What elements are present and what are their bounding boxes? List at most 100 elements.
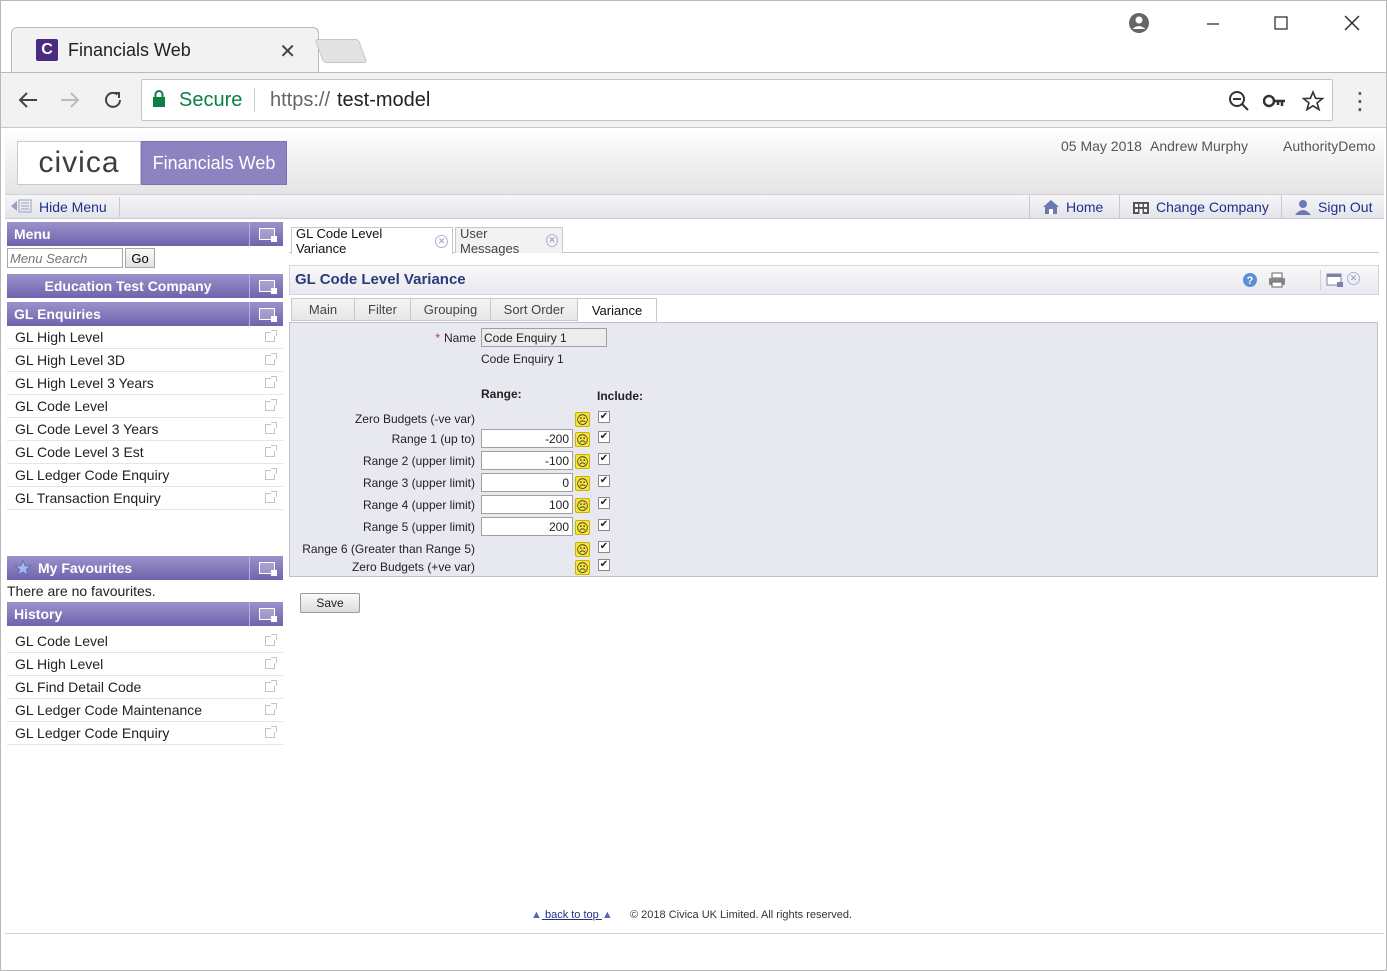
panel-window-icon[interactable] bbox=[249, 274, 283, 298]
range-header: Range: bbox=[481, 387, 522, 401]
sidebar-item-enquiry-label: GL Transaction Enquiry bbox=[15, 490, 161, 506]
panel-window-icon[interactable] bbox=[249, 222, 283, 246]
save-button[interactable]: Save bbox=[300, 593, 360, 613]
include-checkbox[interactable]: ✔ bbox=[598, 559, 610, 571]
include-checkbox[interactable]: ✔ bbox=[598, 411, 610, 423]
kebab-menu-icon[interactable]: ⋮ bbox=[1348, 87, 1372, 117]
name-display: Code Enquiry 1 bbox=[481, 352, 564, 366]
include-checkbox[interactable]: ✔ bbox=[598, 541, 610, 553]
tab-close-icon[interactable]: ✕ bbox=[546, 234, 558, 247]
menu-go-button[interactable]: Go bbox=[125, 248, 155, 268]
sidebar-item-history-label: GL Ledger Code Maintenance bbox=[15, 702, 203, 718]
launch-icon[interactable] bbox=[265, 634, 277, 646]
hide-menu-icon bbox=[11, 199, 33, 215]
sign-out-button[interactable]: Sign Out bbox=[1281, 195, 1372, 219]
include-checkbox[interactable]: ✔ bbox=[598, 431, 610, 443]
help-icon[interactable]: ? bbox=[1242, 272, 1258, 293]
sidebar-item-history[interactable]: GL Ledger Code Maintenance bbox=[7, 699, 283, 722]
tab-strip: C Financials Web ✕ bbox=[1, 1, 1386, 73]
sidebar-item-history-label: GL Ledger Code Enquiry bbox=[15, 725, 170, 741]
variance-form: *Name Code Enquiry 1 Range: Include: Zer… bbox=[289, 322, 1378, 577]
history-list: GL Code Level GL High Level GL Find Detail… bbox=[7, 630, 283, 745]
back-arrow-icon[interactable] bbox=[13, 85, 43, 115]
sidebar-item-enquiry[interactable]: GL High Level 3D bbox=[7, 349, 283, 372]
reload-icon[interactable] bbox=[98, 85, 128, 115]
launch-icon[interactable] bbox=[265, 680, 277, 692]
change-company-button[interactable]: Change Company bbox=[1119, 195, 1269, 219]
sidebar-item-history[interactable]: GL Code Level bbox=[7, 630, 283, 653]
range-value-input[interactable] bbox=[481, 517, 573, 536]
include-checkbox[interactable]: ✔ bbox=[598, 453, 610, 465]
include-checkbox[interactable]: ✔ bbox=[598, 475, 610, 487]
favourites-title: My Favourites bbox=[38, 560, 133, 576]
launch-icon[interactable] bbox=[265, 353, 277, 365]
range-value-input[interactable] bbox=[481, 495, 573, 514]
launch-icon[interactable] bbox=[265, 703, 277, 715]
frown-face-icon: ☹ bbox=[575, 476, 590, 491]
panel-window-icon[interactable] bbox=[249, 602, 283, 626]
address-bar[interactable]: Secure https:// test-model bbox=[141, 79, 1333, 121]
panel-export-icon[interactable] bbox=[249, 302, 283, 326]
document-tabs: GL Code Level Variance ✕ User Messages ✕ bbox=[289, 225, 1379, 256]
print-icon[interactable] bbox=[1268, 272, 1286, 293]
copyright: © 2018 Civica UK Limited. All rights res… bbox=[630, 909, 853, 921]
doc-tab-label: User Messages bbox=[460, 225, 520, 256]
range-value-input[interactable] bbox=[481, 429, 573, 448]
launch-icon[interactable] bbox=[265, 399, 277, 411]
name-label: * Name bbox=[236, 331, 476, 345]
new-tab-button[interactable] bbox=[314, 39, 368, 63]
maximize-icon[interactable] bbox=[1267, 9, 1295, 37]
sidebar-item-history[interactable]: GL High Level bbox=[7, 653, 283, 676]
sidebar-item-enquiry-label: GL Code Level 3 Est bbox=[15, 444, 144, 460]
browser-toolbar: Secure https:// test-model ⋮ bbox=[1, 72, 1386, 128]
launch-icon[interactable] bbox=[265, 376, 277, 388]
form-title-bar: GL Code Level Variance ? ✕ bbox=[289, 265, 1379, 295]
history-title: History bbox=[14, 606, 63, 622]
star-icon[interactable] bbox=[1300, 88, 1326, 114]
url-divider bbox=[254, 88, 255, 112]
company-panel-header[interactable]: Education Test Company bbox=[7, 274, 283, 298]
launch-icon[interactable] bbox=[265, 726, 277, 738]
browser-tab[interactable]: C Financials Web ✕ bbox=[11, 27, 319, 73]
back-to-top-link[interactable]: ▲ back to top ▲ bbox=[531, 909, 613, 921]
window-close-icon[interactable] bbox=[1338, 9, 1366, 37]
home-label: Home bbox=[1066, 199, 1104, 215]
home-button[interactable]: Home bbox=[1029, 195, 1103, 219]
form-close-icon[interactable]: ✕ bbox=[1347, 272, 1360, 285]
range-value-input[interactable] bbox=[481, 451, 573, 470]
sidebar-item-history[interactable]: GL Ledger Code Enquiry bbox=[7, 722, 283, 745]
gl-enquiries-title: GL Enquiries bbox=[14, 306, 101, 322]
key-icon[interactable] bbox=[1262, 88, 1288, 114]
tab-sort-order[interactable]: Sort Order bbox=[490, 298, 578, 321]
launch-icon[interactable] bbox=[265, 657, 277, 669]
include-checkbox[interactable]: ✔ bbox=[598, 497, 610, 509]
frown-face-icon: ☹ bbox=[575, 454, 590, 469]
header-authority: AuthorityDemo bbox=[1283, 138, 1376, 154]
sidebar-item-history[interactable]: GL Find Detail Code bbox=[7, 676, 283, 699]
hide-menu-button[interactable]: Hide Menu bbox=[11, 197, 120, 217]
tab-filter[interactable]: Filter bbox=[354, 298, 411, 321]
sidebar-item-enquiry-label: GL Code Level bbox=[15, 398, 108, 414]
tab-user-messages[interactable]: User Messages ✕ bbox=[455, 225, 563, 256]
tab-gl-code-level-variance[interactable]: GL Code Level Variance ✕ bbox=[291, 226, 453, 256]
tab-variance[interactable]: Variance bbox=[577, 298, 657, 322]
menu-search-input[interactable] bbox=[7, 248, 123, 268]
tab-close-icon[interactable]: ✕ bbox=[279, 39, 296, 64]
tab-grouping[interactable]: Grouping bbox=[410, 298, 491, 321]
range-row-label: Range 5 (upper limit) bbox=[362, 520, 475, 534]
header-date: 05 May 2018 bbox=[1061, 138, 1142, 154]
minimize-icon[interactable] bbox=[1199, 9, 1227, 37]
sidebar-item-history-label: GL Find Detail Code bbox=[15, 679, 142, 695]
zoom-icon[interactable] bbox=[1226, 88, 1252, 114]
include-checkbox[interactable]: ✔ bbox=[598, 519, 610, 531]
tab-main[interactable]: Main bbox=[291, 298, 355, 321]
range-value-input[interactable] bbox=[481, 473, 573, 492]
change-company-label: Change Company bbox=[1156, 199, 1269, 215]
url-host: test-model bbox=[337, 89, 431, 111]
sidebar-item-enquiry[interactable]: GL High Level 3 Years bbox=[7, 372, 283, 395]
forward-arrow-icon[interactable] bbox=[55, 85, 85, 115]
profile-icon[interactable] bbox=[1125, 9, 1153, 37]
popout-window-icon[interactable] bbox=[1326, 272, 1344, 293]
name-input[interactable] bbox=[481, 328, 607, 347]
tab-close-icon[interactable]: ✕ bbox=[435, 234, 448, 248]
